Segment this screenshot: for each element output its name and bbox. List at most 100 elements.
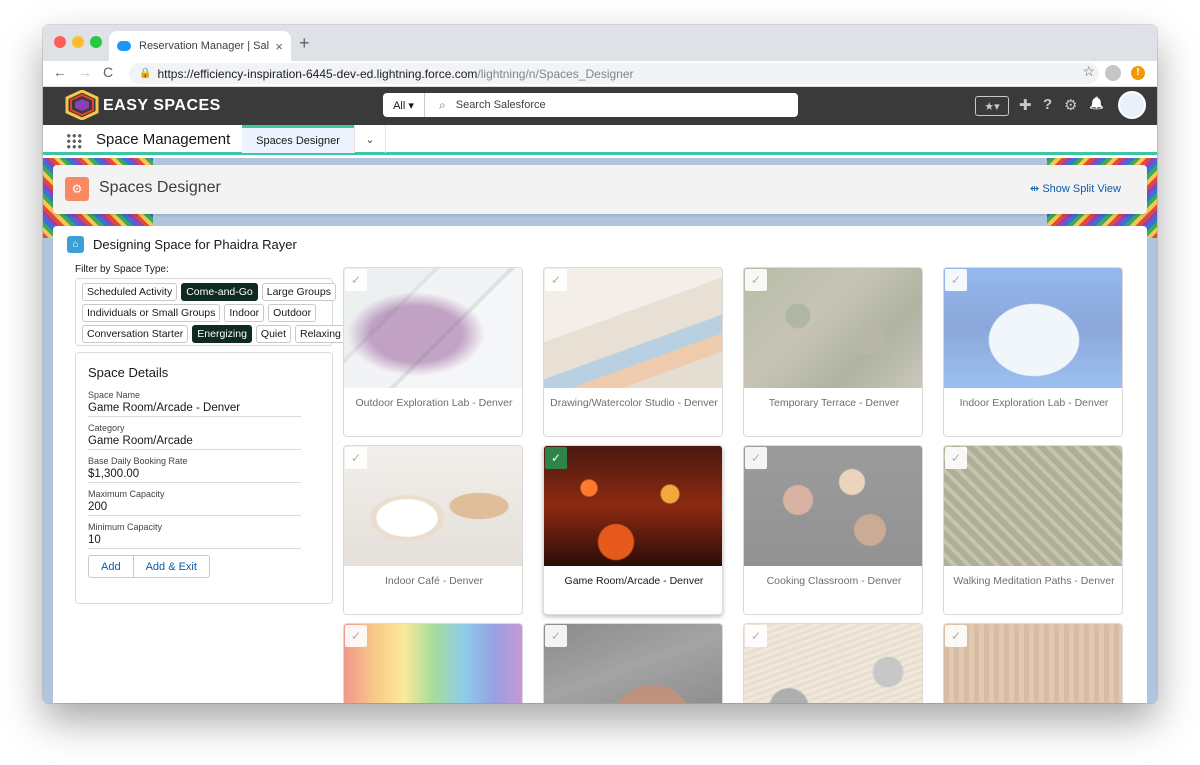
reload-button[interactable]: C (103, 64, 113, 80)
detail-field: Category Game Room/Arcade (88, 423, 301, 450)
show-split-view-link[interactable]: ⇹ Show Split View (1030, 182, 1121, 195)
field-value: $1,300.00 (88, 468, 140, 480)
browser-window: Reservation Manager | Salesforce × + ← →… (43, 25, 1157, 703)
check-icon[interactable]: ✓ (945, 269, 967, 291)
filter-pill[interactable]: Indoor (224, 304, 265, 322)
favorites-icon[interactable]: ★▾ (975, 96, 1009, 116)
tile-label: Drawing/Watercolor Studio - Denver (550, 397, 718, 409)
space-tile[interactable]: ✓ Game Room/Arcade - Denver (543, 445, 723, 615)
field-label: Base Daily Booking Rate (88, 456, 188, 466)
spaces-designer-icon: ⚙ (65, 177, 89, 201)
add-button[interactable]: Add (88, 555, 134, 578)
detail-field: Base Daily Booking Rate $1,300.00 (88, 456, 301, 483)
window-minimize-button[interactable] (72, 36, 84, 48)
easy-spaces-logo-icon (65, 90, 99, 120)
check-icon[interactable]: ✓ (945, 447, 967, 469)
space-tile[interactable]: ✓ (743, 623, 923, 703)
search-icon: ⌕ (439, 97, 446, 112)
filter-pill[interactable]: Come-and-Go (181, 283, 258, 301)
filter-row: Individuals or Small Groups Indoor Outdoor (82, 304, 326, 322)
filter-label: Filter by Space Type: (75, 264, 169, 275)
profile-icon[interactable] (1105, 65, 1121, 81)
space-tile[interactable]: ✓ Walking Meditation Paths - Denver (943, 445, 1123, 615)
space-photo (744, 446, 922, 566)
new-tab-button[interactable]: + (299, 33, 310, 54)
check-icon[interactable]: ✓ (945, 625, 967, 647)
check-icon[interactable]: ✓ (545, 447, 567, 469)
filter-pill[interactable]: Outdoor (268, 304, 317, 322)
check-icon[interactable]: ✓ (545, 625, 567, 647)
filter-pill[interactable]: Scheduled Activity (82, 283, 178, 301)
space-tile[interactable]: ✓ Temporary Terrace - Denver (743, 267, 923, 437)
user-avatar[interactable] (1118, 91, 1146, 119)
tab-spaces-designer[interactable]: Spaces Designer (242, 125, 354, 153)
field-value: 10 (88, 534, 101, 546)
check-icon[interactable]: ✓ (345, 625, 367, 647)
browser-tab[interactable]: Reservation Manager | Salesforce × (109, 31, 291, 61)
page-title: Spaces Designer (99, 179, 221, 196)
filter-pill[interactable]: Quiet (255, 325, 292, 343)
space-tile[interactable]: ✓ (543, 623, 723, 703)
check-icon[interactable]: ✓ (345, 447, 367, 469)
field-label: Maximum Capacity (88, 489, 165, 499)
check-icon[interactable]: ✓ (745, 447, 767, 469)
chevron-down-icon[interactable]: ⌄ (354, 125, 386, 153)
app-navigation-bar: Space Management Spaces Designer ⌄ (43, 125, 1157, 155)
tile-label: Indoor Café - Denver (384, 575, 484, 587)
designer-card: ⌂ Designing Space for Phaidra Rayer Filt… (53, 226, 1147, 703)
app-launcher-icon[interactable] (66, 133, 82, 149)
window-close-button[interactable] (54, 36, 66, 48)
url-host: https://efficiency-inspiration-6445-dev-… (157, 66, 478, 81)
check-icon[interactable]: ✓ (745, 625, 767, 647)
space-photo (344, 446, 522, 566)
setup-gear-icon[interactable]: ⚙ (1064, 96, 1077, 114)
tile-label: Cooking Classroom - Denver (766, 575, 902, 587)
salesforce-global-header: EASY SPACES All ▾ ⌕ ★▾ ✚ ? ⚙ 🔔 (43, 87, 1157, 125)
bookmark-star-icon[interactable]: ☆ (1082, 63, 1095, 80)
space-tile[interactable]: ✓ (943, 623, 1123, 703)
detail-field: Minimum Capacity 10 (88, 522, 301, 549)
global-search: All ▾ ⌕ (383, 93, 798, 117)
space-photo (944, 268, 1122, 388)
space-photo (544, 268, 722, 388)
space-tile[interactable]: ✓ (343, 623, 523, 703)
url-omnibox[interactable]: 🔒 https://efficiency-inspiration-6445-de… (129, 63, 1099, 84)
home-icon: ⌂ (67, 236, 84, 253)
space-photo (744, 624, 922, 703)
filter-pill[interactable]: Energizing (192, 325, 252, 343)
space-tile[interactable]: ✓ Indoor Exploration Lab - Denver (943, 267, 1123, 437)
details-title: Space Details (88, 365, 169, 380)
filter-pill[interactable]: Relaxing (295, 325, 346, 343)
check-icon[interactable]: ✓ (745, 269, 767, 291)
filter-pill[interactable]: Large Groups (261, 283, 336, 301)
back-button[interactable]: ← (53, 64, 67, 80)
salesforce-cloud-icon (117, 41, 131, 51)
space-tile[interactable]: ✓ Cooking Classroom - Denver (743, 445, 923, 615)
search-scope-dropdown[interactable]: All ▾ (383, 93, 425, 117)
add-icon[interactable]: ✚ (1019, 96, 1032, 114)
page-header: ⚙ Spaces Designer ⇹ Show Split View (53, 165, 1147, 214)
space-tile[interactable]: ✓ Outdoor Exploration Lab - Denver (343, 267, 523, 437)
url-path: /lightning/n/Spaces_Designer (477, 66, 634, 81)
card-title: Designing Space for Phaidra Rayer (93, 237, 297, 252)
tile-label: Temporary Terrace - Denver (768, 397, 900, 409)
space-tile[interactable]: ✓ Indoor Café - Denver (343, 445, 523, 615)
check-icon[interactable]: ✓ (545, 269, 567, 291)
search-input[interactable] (455, 99, 756, 111)
help-icon[interactable]: ? (1043, 96, 1052, 113)
close-tab-icon[interactable]: × (275, 39, 283, 54)
check-icon[interactable]: ✓ (345, 269, 367, 291)
update-alert-icon[interactable]: ! (1131, 66, 1145, 80)
add-and-exit-button[interactable]: Add & Exit (133, 555, 210, 578)
filter-row: Conversation Starter Energizing Quiet Relax… (82, 325, 346, 343)
space-photo (544, 446, 722, 566)
space-tile[interactable]: ✓ Drawing/Watercolor Studio - Denver (543, 267, 723, 437)
notification-bell-icon[interactable]: 🔔 (1089, 96, 1104, 110)
filter-pill[interactable]: Conversation Starter (82, 325, 189, 343)
forward-button[interactable]: → (78, 64, 92, 80)
filter-pill[interactable]: Individuals or Small Groups (82, 304, 221, 322)
window-maximize-button[interactable] (90, 36, 102, 48)
space-photo (344, 268, 522, 388)
tile-label: Outdoor Exploration Lab - Denver (355, 397, 513, 409)
field-label: Space Name (88, 390, 141, 400)
